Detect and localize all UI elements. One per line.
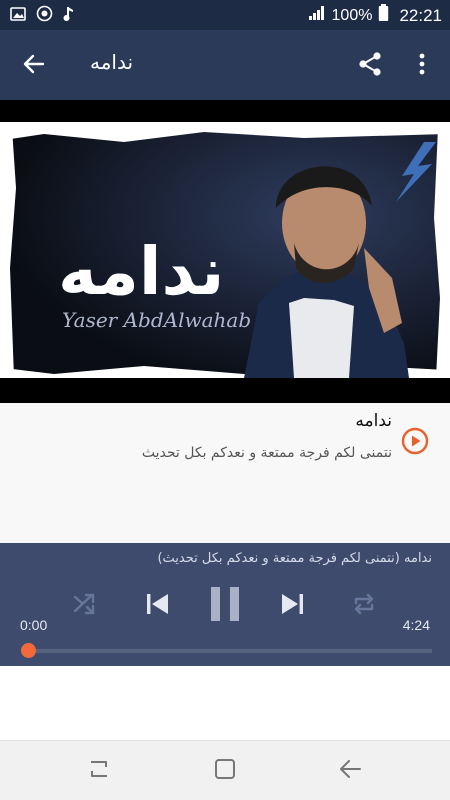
seek-thumb[interactable] — [21, 643, 36, 658]
signal-icon — [308, 5, 326, 26]
nav-back-icon — [338, 757, 362, 785]
app-bar: ندامه — [0, 30, 450, 100]
repeat-icon — [351, 591, 377, 621]
artwork-signature: Yaser AbdAlwahab — [62, 308, 252, 332]
mini-player: ندامه (نتمنى لكم فرجة ممتعة و نعدكم بكل … — [0, 543, 450, 666]
album-artwork: ندامه Yaser AbdAlwahab — [0, 100, 450, 403]
track-description: نتمنى لكم فرجة ممتعة و نعدكم بكل تحديث — [141, 445, 392, 461]
artwork-letterbox-bottom — [0, 378, 450, 403]
home-icon — [213, 757, 237, 785]
track-list-item[interactable]: ندامه نتمنى لكم فرجة ممتعة و نعدكم بكل ت… — [0, 403, 450, 543]
clock: 22:21 — [399, 5, 442, 25]
shuffle-button[interactable] — [68, 589, 102, 623]
artwork-title-text: ندامه — [58, 233, 225, 310]
share-button[interactable] — [354, 50, 386, 82]
skip-next-icon — [279, 590, 307, 622]
battery-icon — [378, 4, 389, 27]
screen-record-icon — [36, 5, 53, 26]
current-time: 0:00 — [20, 617, 48, 633]
artwork-letterbox-top — [0, 100, 450, 122]
now-playing-text: ندامه (نتمنى لكم فرجة ممتعة و نعدكم بكل … — [157, 551, 432, 566]
share-icon — [357, 51, 383, 81]
arrow-back-icon — [22, 52, 46, 80]
back-button[interactable] — [18, 50, 50, 82]
home-button[interactable] — [209, 756, 241, 786]
status-right-group: 100% 22:21 — [308, 4, 442, 27]
skip-previous-icon — [143, 590, 171, 622]
more-options-button[interactable] — [410, 50, 434, 82]
pause-button[interactable] — [203, 583, 247, 629]
recents-button[interactable] — [83, 756, 115, 786]
repeat-button[interactable] — [346, 589, 382, 623]
seek-bar[interactable] — [28, 649, 432, 653]
track-play-button[interactable] — [401, 427, 429, 455]
shuffle-icon — [72, 591, 98, 621]
pause-icon — [208, 585, 242, 627]
recents-icon — [86, 758, 112, 784]
status-left-icons — [10, 5, 75, 26]
track-title: ندامه — [355, 411, 392, 431]
more-vert-icon — [419, 53, 425, 79]
next-button[interactable] — [274, 587, 312, 625]
system-nav-bar — [0, 740, 450, 800]
battery-level: 100% — [331, 6, 373, 24]
total-time: 4:24 — [402, 617, 430, 633]
play-circle-icon — [401, 427, 429, 459]
status-bar: 100% 22:21 — [0, 0, 450, 30]
artwork-image: ندامه Yaser AbdAlwahab — [4, 128, 446, 378]
nav-back-button[interactable] — [334, 756, 366, 786]
page-title: ندامه — [90, 50, 134, 74]
music-note-icon — [63, 6, 75, 26]
image-icon — [10, 6, 26, 25]
previous-button[interactable] — [138, 587, 176, 625]
